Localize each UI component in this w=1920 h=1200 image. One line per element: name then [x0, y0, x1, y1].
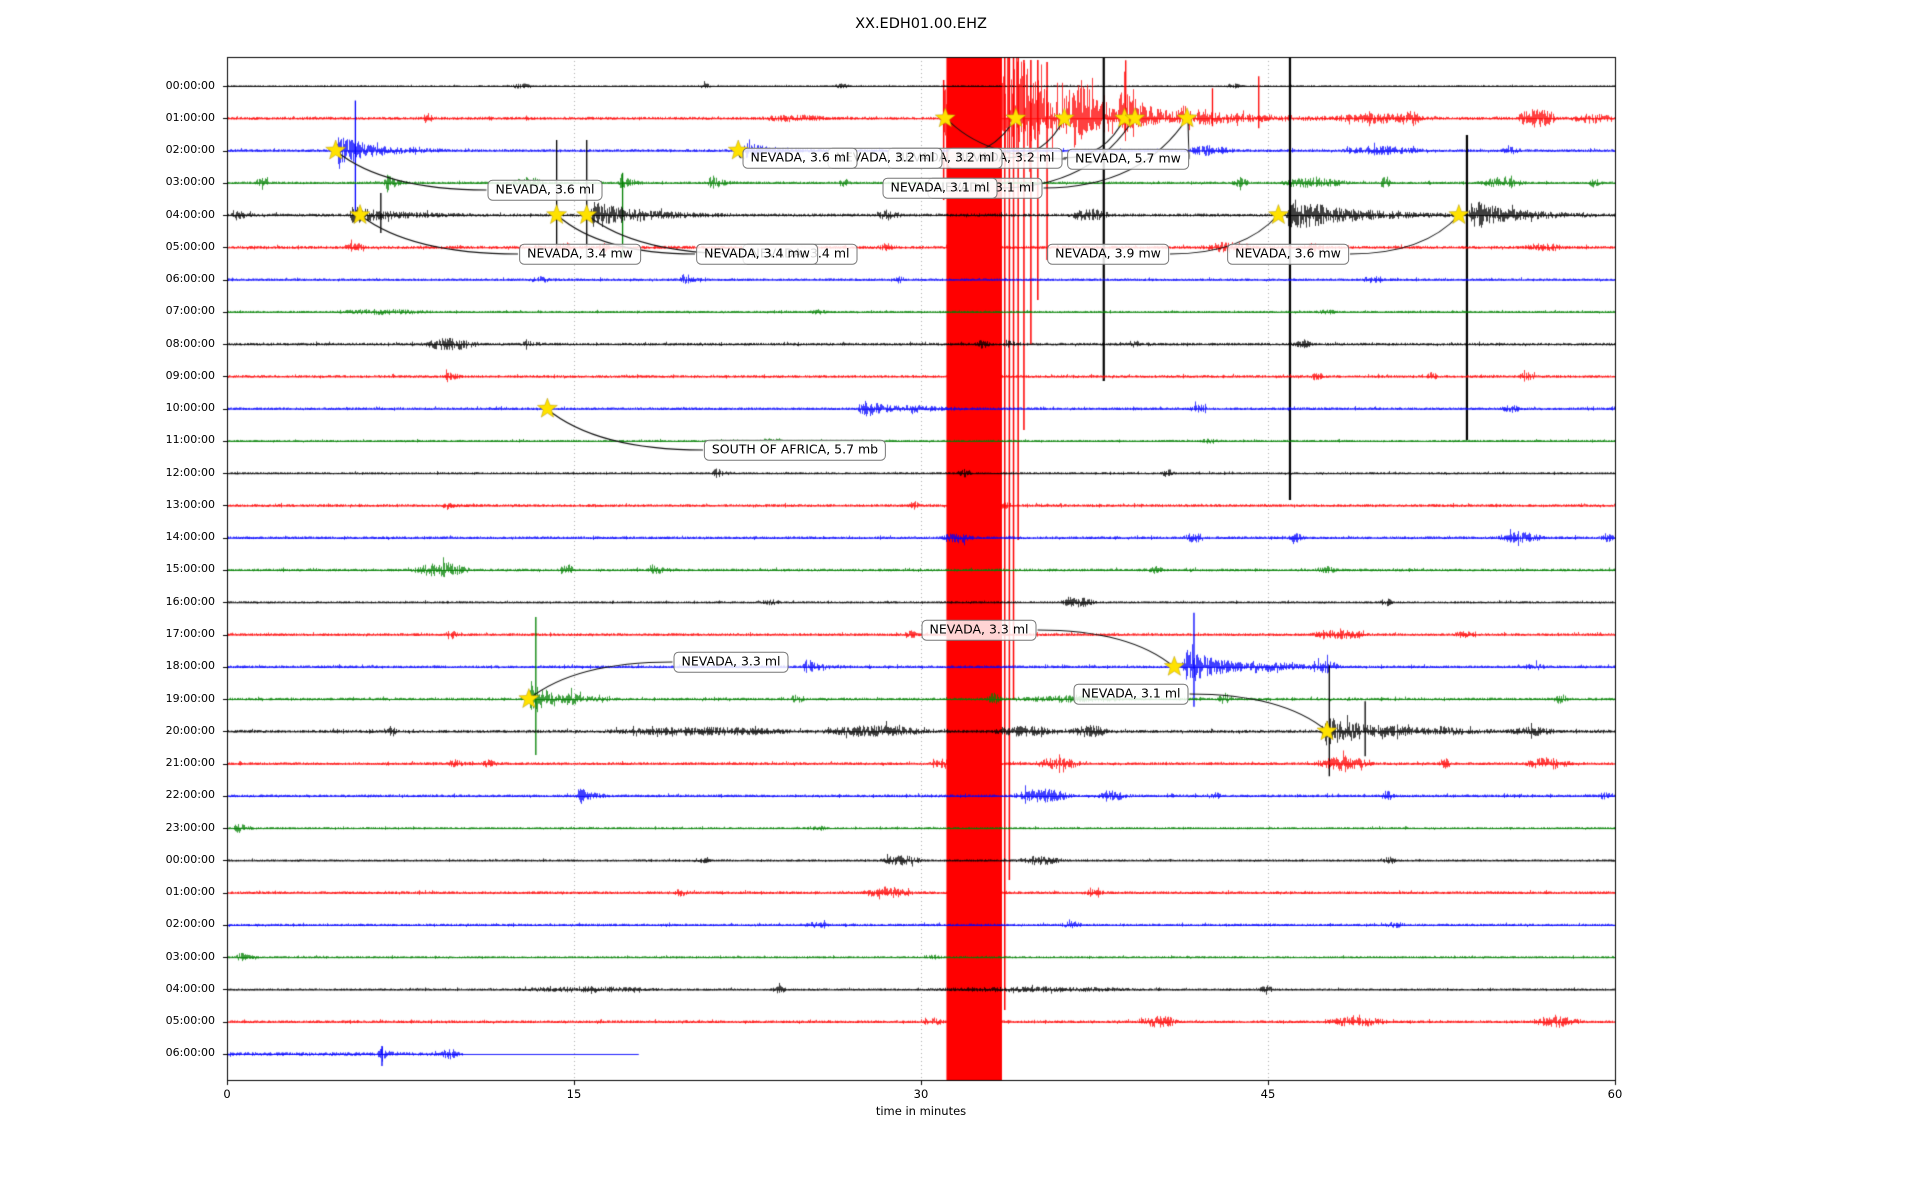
event-annotation: NEVADA, 3.6 ml [487, 179, 603, 201]
x-axis-label: time in minutes [875, 1104, 967, 1118]
x-tick-label: 30 [913, 1087, 929, 1101]
event-annotation: SOUTH OF AFRICA, 5.7 mb [703, 439, 887, 461]
y-tick-label: 09:00:00 [165, 368, 215, 382]
y-tick-label: 04:00:00 [165, 207, 215, 221]
x-tick-label: 0 [223, 1087, 231, 1101]
chart-title: XX.EDH01.00.EHZ [855, 16, 987, 32]
event-annotation: NEVADA, 3.3 ml [673, 651, 789, 673]
y-tick-label: 12:00:00 [165, 465, 215, 479]
y-tick-label: 23:00:00 [165, 820, 215, 834]
y-tick-label: 06:00:00 [165, 1046, 215, 1060]
y-tick-label: 21:00:00 [165, 756, 215, 770]
x-tick-label: 15 [566, 1087, 582, 1101]
y-tick-label: 15:00:00 [165, 562, 215, 576]
y-tick-label: 07:00:00 [165, 304, 215, 318]
event-annotation: NEVADA, 3.3 ml [921, 619, 1037, 641]
event-annotation: NEVADA, 3.1 ml [882, 177, 998, 199]
y-tick-label: 05:00:00 [165, 1014, 215, 1028]
y-tick-label: 22:00:00 [165, 788, 215, 802]
seismogram-figure: XX.EDH01.00.EHZ 00:00:00 01:00:00 02:00:00… [0, 0, 1920, 1200]
event-annotation: NEVADA, 3.4 mw [519, 243, 641, 265]
y-tick-label: 19:00:00 [165, 691, 215, 705]
y-tick-label: 00:00:00 [165, 852, 215, 866]
y-tick-label: 10:00:00 [165, 401, 215, 415]
x-tick-label: 60 [1607, 1087, 1623, 1101]
y-tick-label: 02:00:00 [165, 143, 215, 157]
y-tick-label: 02:00:00 [165, 917, 215, 931]
event-annotation: NEVADA, 3.6 ml [742, 147, 858, 169]
y-tick-label: 20:00:00 [165, 723, 215, 737]
event-annotation: NEVADA, 3.9 mw [1047, 243, 1169, 265]
y-tick-label: 01:00:00 [165, 110, 215, 124]
y-tick-label: 18:00:00 [165, 659, 215, 673]
y-tick-label: 05:00:00 [165, 239, 215, 253]
y-tick-label: 06:00:00 [165, 272, 215, 286]
y-tick-label: 17:00:00 [165, 627, 215, 641]
y-tick-label: 00:00:00 [165, 78, 215, 92]
x-tick-label: 45 [1260, 1087, 1276, 1101]
y-tick-label: 14:00:00 [165, 530, 215, 544]
y-tick-label: 16:00:00 [165, 594, 215, 608]
y-tick-label: 08:00:00 [165, 336, 215, 350]
y-tick-label: 01:00:00 [165, 885, 215, 899]
event-annotation: NEVADA, 5.7 mw [1067, 148, 1189, 170]
y-tick-label: 04:00:00 [165, 981, 215, 995]
event-annotation: NEVADA, 3.6 mw [1227, 243, 1349, 265]
event-annotation: NEVADA, 3.1 ml [1073, 683, 1189, 705]
y-tick-label: 03:00:00 [165, 175, 215, 189]
event-annotation: NEVADA, 3.4 mw [696, 243, 818, 265]
y-tick-label: 13:00:00 [165, 497, 215, 511]
y-tick-label: 03:00:00 [165, 949, 215, 963]
y-tick-label: 11:00:00 [165, 433, 215, 447]
